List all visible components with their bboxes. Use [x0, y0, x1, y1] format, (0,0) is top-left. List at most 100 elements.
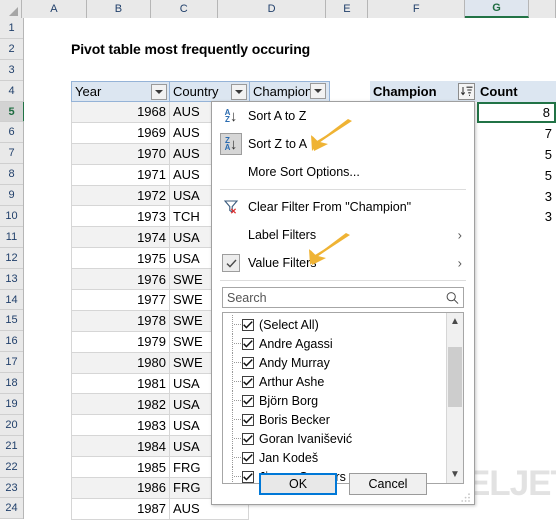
- filter-button-champion[interactable]: [310, 83, 326, 99]
- checkbox-checked-icon[interactable]: [242, 413, 254, 426]
- select-all-triangle-icon: [8, 7, 18, 16]
- select-all-corner[interactable]: [0, 0, 22, 18]
- row-header[interactable]: 20: [0, 414, 23, 436]
- filter-list-item[interactable]: Andre Agassi: [223, 334, 446, 353]
- column-header-h[interactable]: [528, 0, 556, 18]
- menu-item-more-sort-options[interactable]: More Sort Options...: [212, 158, 474, 186]
- sort-a-to-z-label: Sort A to Z: [248, 109, 307, 123]
- filter-list-item[interactable]: Arthur Ashe: [223, 372, 446, 391]
- source-cell-year[interactable]: 1970: [71, 143, 169, 165]
- source-cell-year[interactable]: 1975: [71, 248, 169, 270]
- source-cell-year[interactable]: 1976: [71, 269, 169, 291]
- row-header[interactable]: 1: [0, 18, 23, 39]
- filter-list-item[interactable]: Jan Kodeš: [223, 448, 446, 467]
- menu-item-clear-filter[interactable]: Clear Filter From "Champion": [212, 193, 474, 221]
- filter-button-country[interactable]: [231, 84, 247, 100]
- blank-icon: [220, 161, 242, 183]
- source-cell-year[interactable]: 1969: [71, 122, 169, 144]
- pivot-cell-count[interactable]: 3: [477, 186, 556, 207]
- source-cell-year[interactable]: 1982: [71, 394, 169, 416]
- row-header-selected[interactable]: 5: [0, 101, 25, 123]
- filter-list-item[interactable]: Björn Borg: [223, 391, 446, 410]
- search-input[interactable]: [223, 288, 463, 307]
- source-cell-year[interactable]: 1974: [71, 227, 169, 249]
- row-header[interactable]: 6: [0, 122, 23, 144]
- column-header-d[interactable]: D: [217, 0, 327, 18]
- search-field-wrapper[interactable]: [222, 287, 464, 308]
- pivot-cell-count[interactable]: 5: [477, 144, 556, 165]
- source-cell-year[interactable]: 1972: [71, 185, 169, 207]
- row-header[interactable]: 8: [0, 164, 23, 186]
- row-header[interactable]: 10: [0, 206, 23, 227]
- row-header[interactable]: 9: [0, 185, 23, 207]
- row-header[interactable]: 16: [0, 331, 23, 353]
- filter-list-item[interactable]: Goran Ivanišević: [223, 429, 446, 448]
- row-header[interactable]: 19: [0, 394, 23, 415]
- menu-item-sort-a-to-z[interactable]: AZ ↓ Sort A to Z: [212, 102, 474, 130]
- checkbox-checked-icon[interactable]: [242, 375, 254, 388]
- row-header[interactable]: 23: [0, 477, 23, 499]
- row-header[interactable]: 4: [0, 80, 23, 102]
- checkbox-checked-icon[interactable]: [242, 394, 254, 407]
- column-header-c[interactable]: C: [150, 0, 218, 18]
- menu-item-value-filters[interactable]: Value Filters ›: [212, 249, 474, 277]
- filter-list-item[interactable]: Boris Becker: [223, 410, 446, 429]
- row-header[interactable]: 15: [0, 310, 23, 332]
- source-cell-year[interactable]: 1973: [71, 206, 169, 228]
- resize-grip-icon[interactable]: [461, 492, 471, 502]
- pivot-cell-count[interactable]: 7: [477, 123, 556, 144]
- tree-line: [232, 372, 233, 391]
- row-header[interactable]: 12: [0, 247, 23, 269]
- list-scrollbar[interactable]: ▲ ▼: [446, 313, 463, 483]
- pivot-cell-count[interactable]: 5: [477, 165, 556, 186]
- filter-item-listbox[interactable]: (Select All) Andre Agassi Andy Murray Arthu…: [222, 312, 464, 484]
- source-cell-year[interactable]: 1983: [71, 415, 169, 437]
- pivot-cell-count-selected[interactable]: 8: [477, 102, 556, 123]
- row-header[interactable]: 7: [0, 143, 23, 165]
- source-header-country: Country: [169, 81, 249, 102]
- source-cell-year[interactable]: 1981: [71, 373, 169, 395]
- source-cell-year[interactable]: 1979: [71, 331, 169, 353]
- filter-button-year[interactable]: [151, 84, 167, 100]
- scrollbar-thumb[interactable]: [448, 347, 462, 407]
- source-cell-year[interactable]: 1980: [71, 352, 169, 374]
- row-header[interactable]: 2: [0, 38, 23, 60]
- source-cell-year[interactable]: 1984: [71, 436, 169, 458]
- row-header[interactable]: 17: [0, 352, 23, 374]
- ok-button[interactable]: OK: [259, 473, 337, 495]
- pivot-cell-count[interactable]: 3: [477, 206, 556, 227]
- source-cell-year[interactable]: 1977: [71, 290, 169, 311]
- row-header[interactable]: 13: [0, 268, 23, 290]
- source-cell-year[interactable]: 1987: [71, 498, 169, 520]
- menu-item-label-filters[interactable]: Label Filters ›: [212, 221, 474, 249]
- source-cell-year[interactable]: 1978: [71, 310, 169, 332]
- row-header[interactable]: 18: [0, 373, 23, 395]
- checkbox-checked-icon[interactable]: [242, 337, 254, 350]
- scroll-up-button[interactable]: ▲: [447, 313, 463, 330]
- column-header-f[interactable]: F: [368, 0, 466, 18]
- source-cell-year[interactable]: 1985: [71, 457, 169, 479]
- filter-list-item[interactable]: (Select All): [223, 315, 446, 334]
- row-header[interactable]: 24: [0, 498, 23, 520]
- row-header[interactable]: 21: [0, 435, 23, 457]
- row-header[interactable]: 11: [0, 226, 23, 248]
- checkbox-checked-icon[interactable]: [242, 318, 254, 331]
- column-header-g[interactable]: G: [465, 0, 529, 18]
- pivot-filter-sorted-button[interactable]: [458, 83, 475, 100]
- source-cell-year[interactable]: 1986: [71, 478, 169, 499]
- column-header-a[interactable]: A: [21, 0, 88, 18]
- checkbox-checked-icon[interactable]: [242, 432, 254, 445]
- source-cell-year[interactable]: 1968: [71, 102, 169, 123]
- source-cell-year[interactable]: 1971: [71, 164, 169, 186]
- label-filters-label: Label Filters: [248, 228, 317, 242]
- cancel-button[interactable]: Cancel: [349, 473, 427, 495]
- column-header-b[interactable]: B: [87, 0, 151, 18]
- row-header[interactable]: 14: [0, 289, 23, 311]
- column-header-e[interactable]: E: [326, 0, 369, 18]
- menu-item-sort-z-to-a[interactable]: ZA ↓ Sort Z to A: [212, 130, 474, 158]
- checkbox-checked-icon[interactable]: [242, 356, 254, 369]
- checkbox-checked-icon[interactable]: [242, 451, 254, 464]
- row-header[interactable]: 22: [0, 456, 23, 478]
- filter-list-item[interactable]: Andy Murray: [223, 353, 446, 372]
- row-header[interactable]: 3: [0, 59, 23, 81]
